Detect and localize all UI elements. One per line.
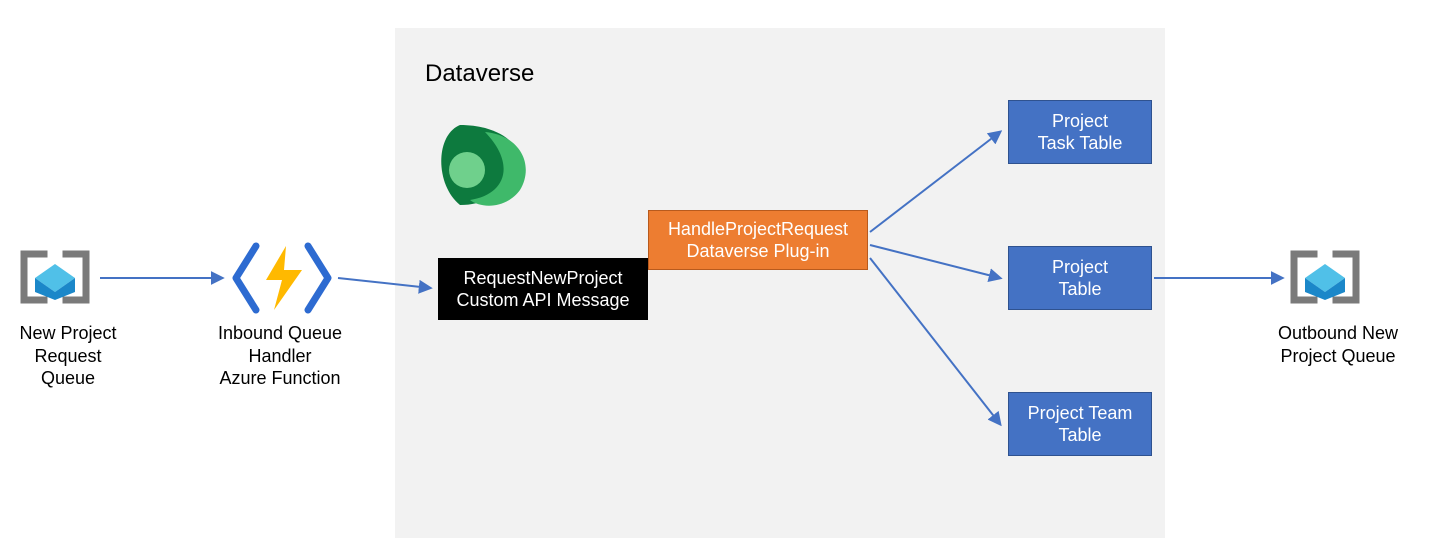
azure-function-icon — [232, 240, 332, 316]
dataverse-logo-icon — [425, 110, 535, 220]
queue-icon — [1290, 242, 1360, 312]
diagram-canvas: Dataverse New ProjectRequest Queue Inbou… — [0, 0, 1429, 554]
node-label: Inbound Queue HandlerAzure Function — [185, 322, 375, 390]
handle-plugin-label: HandleProjectRequestDataverse Plug-in — [668, 218, 848, 263]
dataverse-panel-title: Dataverse — [425, 60, 534, 88]
request-api-box: RequestNewProjectCustom API Message — [438, 258, 648, 320]
project-table-label: ProjectTable — [1052, 256, 1108, 301]
project-team-table-box: Project TeamTable — [1008, 392, 1152, 456]
project-task-table-label: ProjectTask Table — [1038, 110, 1123, 155]
handle-plugin-box: HandleProjectRequestDataverse Plug-in — [648, 210, 868, 270]
project-table-box: ProjectTable — [1008, 246, 1152, 310]
request-api-label: RequestNewProjectCustom API Message — [456, 267, 629, 312]
project-team-table-label: Project TeamTable — [1028, 402, 1133, 447]
project-task-table-box: ProjectTask Table — [1008, 100, 1152, 164]
node-label: Outbound NewProject Queue — [1268, 322, 1408, 367]
queue-icon — [20, 242, 90, 312]
node-label: New ProjectRequest Queue — [8, 322, 128, 390]
